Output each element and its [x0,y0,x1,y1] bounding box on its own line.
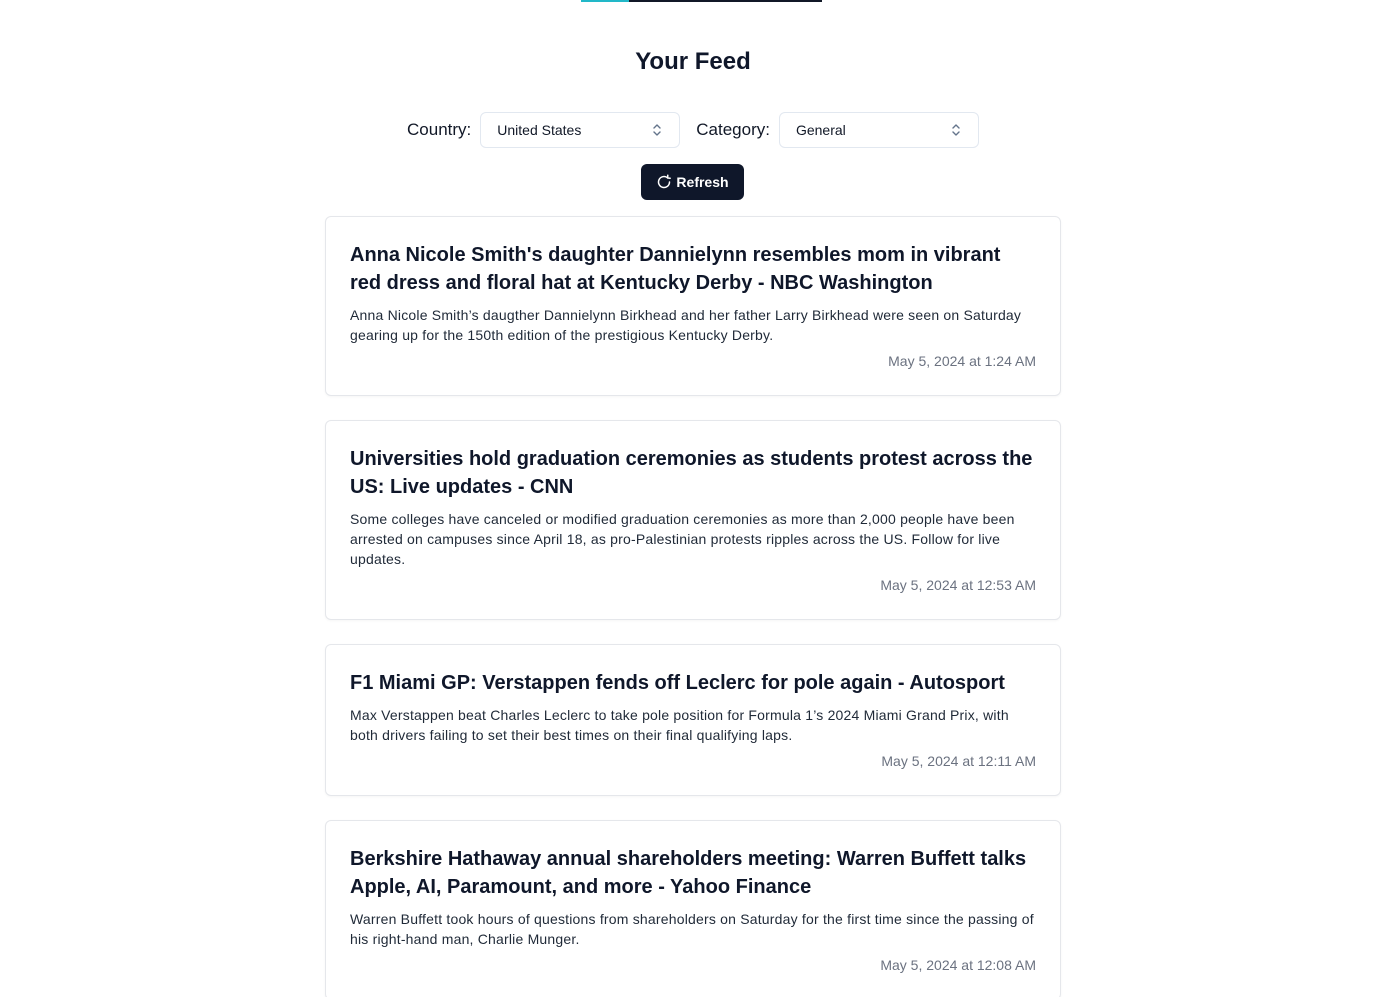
refresh-button[interactable]: Refresh [641,164,744,200]
article-title[interactable]: Universities hold graduation ceremonies … [350,445,1036,501]
article-description: Warren Buffett took hours of questions f… [350,911,1034,947]
article-description: Some colleges have canceled or modified … [350,511,1015,567]
article-description: Anna Nicole Smith’s daugther Dannielynn … [350,307,1022,343]
article-date: May 5, 2024 at 12:08 AM [880,957,1036,973]
article-card[interactable]: Berkshire Hathaway annual shareholders m… [325,820,1061,997]
category-label: Category: [696,120,770,139]
article-card[interactable]: Universities hold graduation ceremonies … [325,420,1061,620]
page-title: Your Feed [635,48,751,75]
article-title[interactable]: F1 Miami GP: Verstappen fends off Lecler… [350,669,1036,697]
article-title[interactable]: Berkshire Hathaway annual shareholders m… [350,845,1036,901]
article-card[interactable]: Anna Nicole Smith's daughter Dannielynn … [325,216,1061,396]
article-description: Max Verstappen beat Charles Leclerc to t… [350,707,1009,743]
progress-accent [581,0,629,2]
refresh-label: Refresh [676,174,729,190]
refresh-icon [656,174,672,190]
top-progress-bar [581,0,822,2]
article-card[interactable]: F1 Miami GP: Verstappen fends off Lecler… [325,644,1061,796]
country-select[interactable]: United States [480,112,681,148]
category-select-value: General [795,122,846,138]
article-date: May 5, 2024 at 1:24 AM [888,353,1036,369]
article-date: May 5, 2024 at 12:11 AM [881,753,1036,769]
article-date: May 5, 2024 at 12:53 AM [880,577,1036,593]
country-label: Country: [407,120,472,139]
category-select[interactable]: General [778,112,979,148]
news-feed: Anna Nicole Smith's daughter Dannielynn … [325,216,1061,997]
filter-bar: Country: United States Category: General [0,112,1386,148]
country-select-value: United States [497,122,582,138]
chevron-up-down-icon [950,122,962,138]
chevron-up-down-icon [651,122,663,138]
article-title[interactable]: Anna Nicole Smith's daughter Dannielynn … [350,241,1036,297]
